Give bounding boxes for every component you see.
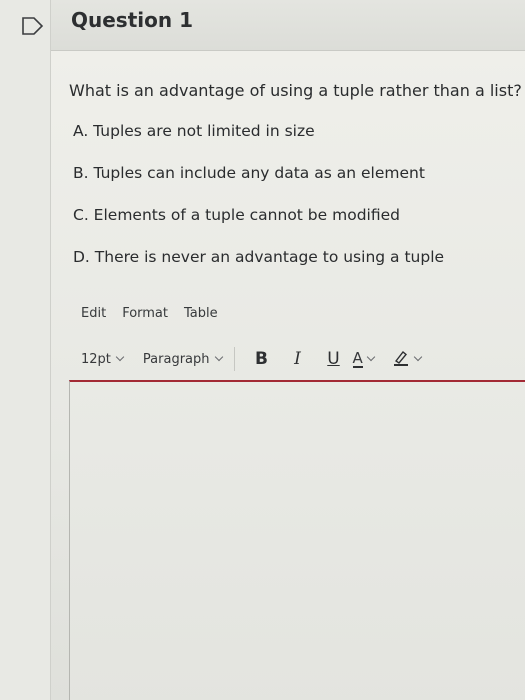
- chevron-down-icon: [214, 352, 223, 362]
- editor-toolbar: 12pt Paragraph B I U A: [81, 347, 423, 371]
- menu-table[interactable]: Table: [184, 306, 218, 321]
- flag-question-icon[interactable]: [22, 16, 46, 36]
- bold-button[interactable]: B: [247, 349, 277, 369]
- answer-option-a[interactable]: A. Tuples are not limited in size: [73, 121, 444, 163]
- editor-menubar: Edit Format Table: [81, 306, 218, 321]
- chevron-down-icon: [115, 352, 125, 362]
- italic-button[interactable]: I: [283, 349, 313, 369]
- question-title: Question 1: [71, 8, 193, 32]
- question-header: Question 1: [51, 0, 525, 51]
- font-size-value: 12pt: [81, 351, 111, 367]
- highlighter-icon: [392, 348, 410, 370]
- answer-option-c[interactable]: C. Elements of a tuple cannot be modifie…: [73, 205, 444, 247]
- answer-text-editor[interactable]: [69, 380, 525, 700]
- question-prompt: What is an advantage of using a tuple ra…: [69, 81, 522, 100]
- left-rail: [0, 0, 51, 700]
- block-format-value: Paragraph: [142, 351, 210, 367]
- answer-list: A. Tuples are not limited in size B. Tup…: [73, 121, 444, 289]
- toolbar-divider: [233, 347, 235, 371]
- text-color-letter: A: [352, 348, 363, 368]
- font-size-select[interactable]: 12pt: [81, 351, 125, 367]
- menu-format[interactable]: Format: [122, 306, 168, 321]
- highlight-color-button[interactable]: [392, 348, 423, 370]
- text-color-button[interactable]: A: [352, 348, 376, 368]
- chevron-down-icon: [413, 352, 423, 362]
- chevron-down-icon: [366, 352, 376, 362]
- underline-button[interactable]: U: [319, 349, 349, 369]
- question-content: What is an advantage of using a tuple ra…: [51, 51, 525, 700]
- answer-option-d[interactable]: D. There is never an advantage to using …: [73, 247, 444, 289]
- block-format-select[interactable]: Paragraph: [142, 351, 223, 367]
- menu-edit[interactable]: Edit: [81, 306, 106, 321]
- answer-option-b[interactable]: B. Tuples can include any data as an ele…: [73, 163, 444, 205]
